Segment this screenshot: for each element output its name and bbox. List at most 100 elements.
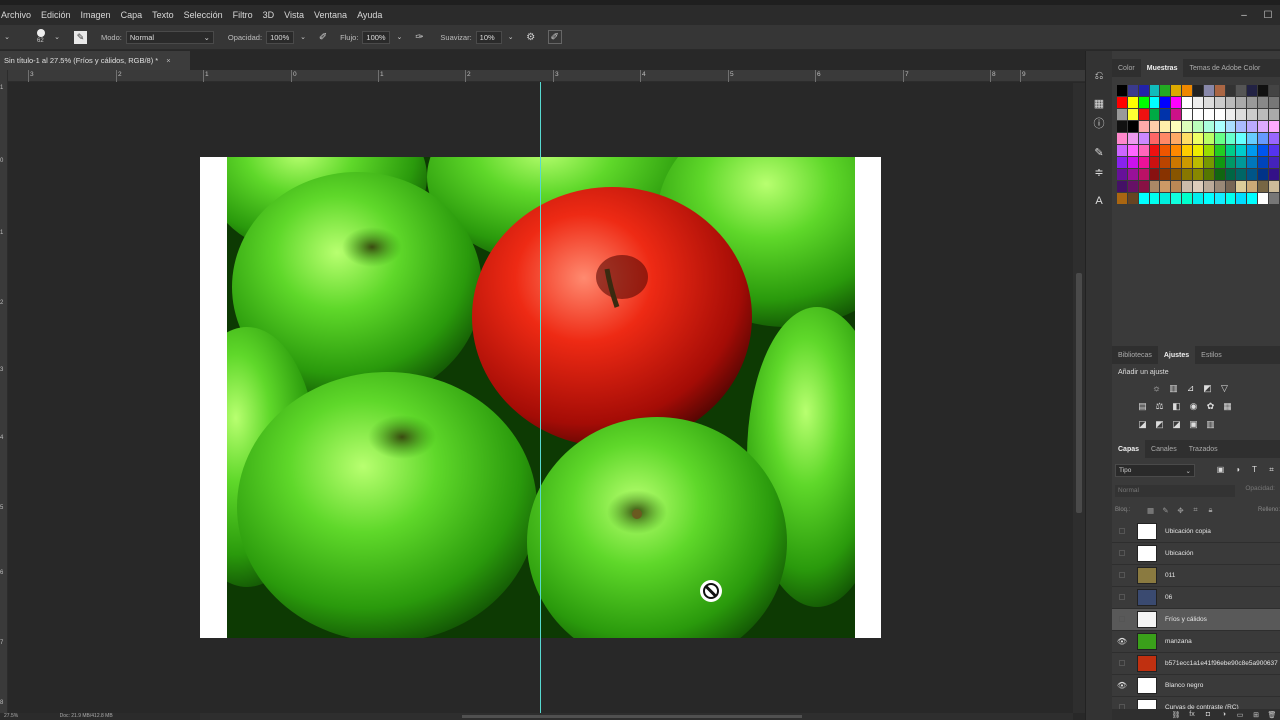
character-icon[interactable]: A <box>1092 194 1106 208</box>
color-swatch[interactable] <box>1225 145 1237 157</box>
color-swatch[interactable] <box>1247 193 1259 205</box>
layer-row[interactable]: Ubicación copia <box>1112 521 1280 543</box>
color-swatch[interactable] <box>1127 157 1139 169</box>
levels-icon[interactable]: ▥ <box>1165 382 1182 394</box>
mode-select[interactable]: Normal ⌄ <box>125 30 214 44</box>
color-swatch[interactable] <box>1214 181 1226 193</box>
layer-name[interactable]: b571ecc1a1e41f96ebe90c8e5a900637 <box>1165 660 1280 667</box>
scrollbar-thumb[interactable] <box>1076 273 1082 513</box>
menu-item-1[interactable]: Edición <box>36 10 76 20</box>
color-swatch[interactable] <box>1247 97 1259 109</box>
menu-item-10[interactable]: Ayuda <box>352 10 387 20</box>
color-swatch[interactable] <box>1160 157 1172 169</box>
color-swatch[interactable] <box>1171 145 1183 157</box>
color-lookup-icon[interactable]: ▦ <box>1219 400 1236 412</box>
brush-icon[interactable]: ✎ <box>1092 146 1106 160</box>
color-swatch[interactable] <box>1258 145 1270 157</box>
group-icon[interactable]: ▭ <box>1232 711 1248 719</box>
brush-preset-picker[interactable]: 62 <box>34 28 48 46</box>
color-swatch[interactable] <box>1269 109 1280 121</box>
color-swatch[interactable] <box>1160 133 1172 145</box>
color-swatch[interactable] <box>1247 85 1259 97</box>
color-swatch[interactable] <box>1182 157 1194 169</box>
gradient-map-icon[interactable]: ▥ <box>1202 418 1219 430</box>
color-swatch[interactable] <box>1193 157 1204 169</box>
color-swatch[interactable] <box>1193 193 1204 205</box>
lock-pixels-icon[interactable]: ▦ <box>1143 506 1158 515</box>
layer-name[interactable]: Ubicación copia <box>1165 528 1280 535</box>
color-swatch[interactable] <box>1236 145 1248 157</box>
zoom-level[interactable]: 27.5% <box>4 713 18 719</box>
color-swatch[interactable] <box>1269 157 1280 169</box>
adjust-icon[interactable]: ≑ <box>1092 166 1106 180</box>
layer-name[interactable]: Fríos y cálidos <box>1165 616 1280 623</box>
color-swatch[interactable] <box>1117 109 1128 121</box>
shape-filter-icon[interactable]: ⌗ <box>1263 465 1280 475</box>
layer-filter-select[interactable]: Tipo ⌄ <box>1115 464 1195 477</box>
scrollbar-thumb[interactable] <box>462 715 802 718</box>
new-adjustment-icon[interactable]: ◑ <box>1216 711 1232 718</box>
color-swatch[interactable] <box>1160 85 1172 97</box>
color-swatch[interactable] <box>1269 193 1280 205</box>
smooth-field[interactable]: 10% <box>475 30 502 44</box>
airbrush-icon[interactable]: ✑ <box>412 30 426 44</box>
color-swatch[interactable] <box>1193 181 1204 193</box>
color-swatch[interactable] <box>1149 109 1161 121</box>
color-swatch[interactable] <box>1247 109 1259 121</box>
color-swatch[interactable] <box>1247 145 1259 157</box>
photo-filter-icon[interactable]: ◉ <box>1185 400 1202 412</box>
color-swatch[interactable] <box>1117 85 1128 97</box>
color-swatch[interactable] <box>1117 193 1128 205</box>
color-swatch[interactable] <box>1214 145 1226 157</box>
lock-move-icon[interactable]: ✥ <box>1173 506 1188 515</box>
layer-name[interactable]: Ubicación <box>1165 550 1280 557</box>
color-swatch[interactable] <box>1160 181 1172 193</box>
menu-item-6[interactable]: Filtro <box>228 10 258 20</box>
chevron-down-icon[interactable]: ⌄ <box>50 30 64 44</box>
color-swatch[interactable] <box>1269 85 1280 97</box>
color-swatch[interactable] <box>1182 193 1194 205</box>
color-swatch[interactable] <box>1182 85 1194 97</box>
layer-row[interactable]: Ubicación <box>1112 543 1280 565</box>
color-swatch[interactable] <box>1160 193 1172 205</box>
menu-item-0[interactable]: Archivo <box>0 10 36 20</box>
maximize-button[interactable]: ☐ <box>1256 10 1280 21</box>
tab-muestras[interactable]: Muestras <box>1140 59 1184 77</box>
color-swatch[interactable] <box>1203 121 1215 133</box>
menu-item-7[interactable]: 3D <box>258 10 280 20</box>
selective-color-icon[interactable]: ▣ <box>1185 418 1202 430</box>
fx-icon[interactable]: fx <box>1184 711 1200 718</box>
pressure-size-icon[interactable]: ✐ <box>547 30 562 44</box>
gear-icon[interactable]: ⚙ <box>524 30 538 44</box>
adjustment-filter-icon[interactable]: ◑ <box>1229 465 1246 475</box>
lock-all-icon[interactable]: 🔒︎ <box>1203 505 1218 515</box>
tab-canales[interactable]: Canales <box>1145 440 1183 458</box>
color-swatch[interactable] <box>1247 181 1259 193</box>
color-swatch[interactable] <box>1138 157 1150 169</box>
color-swatch[interactable] <box>1182 97 1194 109</box>
threshold-icon[interactable]: ◪ <box>1168 418 1185 430</box>
color-swatch[interactable] <box>1214 193 1226 205</box>
color-swatch[interactable] <box>1117 181 1128 193</box>
brightness-icon[interactable]: ☼ <box>1148 382 1165 394</box>
visibility-toggle[interactable] <box>1112 549 1132 558</box>
color-swatch[interactable] <box>1138 85 1150 97</box>
color-swatch[interactable] <box>1214 121 1226 133</box>
eye-icon[interactable]: 👁︎ <box>1112 637 1132 646</box>
color-swatch[interactable] <box>1127 85 1139 97</box>
color-swatch[interactable] <box>1225 181 1237 193</box>
color-swatch[interactable] <box>1127 193 1139 205</box>
color-swatch[interactable] <box>1225 193 1237 205</box>
tab-capas[interactable]: Capas <box>1112 440 1146 458</box>
color-swatch[interactable] <box>1247 121 1259 133</box>
exposure-icon[interactable]: ◩ <box>1199 382 1216 394</box>
color-swatch[interactable] <box>1203 85 1215 97</box>
color-swatch[interactable] <box>1236 121 1248 133</box>
color-swatch[interactable] <box>1225 109 1237 121</box>
color-swatch[interactable] <box>1149 133 1161 145</box>
color-swatch[interactable] <box>1127 97 1139 109</box>
flow-field[interactable]: 100% <box>362 30 391 44</box>
vertical-guide[interactable] <box>540 82 541 720</box>
minimize-button[interactable]: – <box>1232 10 1256 21</box>
color-swatch[interactable] <box>1149 169 1161 181</box>
